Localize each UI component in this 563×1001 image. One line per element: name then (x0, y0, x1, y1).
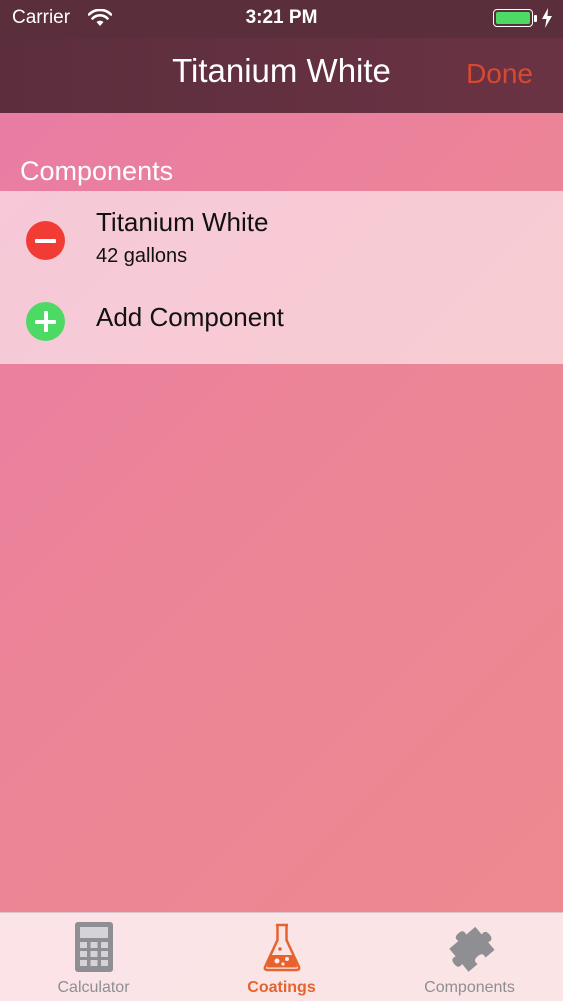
puzzle-icon (443, 921, 497, 978)
done-button[interactable]: Done (466, 58, 533, 90)
tab-label: Calculator (57, 979, 130, 996)
component-row[interactable]: Titanium White 42 gallons (0, 191, 563, 281)
battery-icon (493, 9, 533, 27)
status-bar: Carrier 3:21 PM (0, 0, 563, 38)
add-component-label: Add Component (96, 302, 284, 332)
component-amount: 42 gallons (96, 245, 188, 267)
navigation-bar: Titanium White Done (0, 38, 563, 113)
component-name: Titanium White (96, 207, 269, 237)
charging-bolt-icon (541, 8, 553, 33)
tab-components[interactable]: Components (376, 913, 563, 1001)
tab-coatings[interactable]: Coatings (188, 913, 375, 1001)
delete-component-icon[interactable] (26, 221, 65, 260)
components-table: Titanium White 42 gallons Add Component (0, 191, 563, 364)
battery-nub (534, 15, 537, 22)
add-component-icon[interactable] (26, 302, 65, 341)
flask-icon (262, 921, 302, 978)
add-component-row[interactable]: Add Component (0, 281, 563, 364)
section-header-components: Components (20, 156, 174, 186)
calculator-icon (74, 921, 114, 978)
clock: 3:21 PM (245, 7, 318, 28)
tab-label: Components (424, 979, 515, 996)
tab-calculator[interactable]: Calculator (0, 913, 187, 1001)
tab-bar: Calculator Coatings Components (0, 912, 563, 1001)
tab-label: Coatings (247, 979, 316, 996)
